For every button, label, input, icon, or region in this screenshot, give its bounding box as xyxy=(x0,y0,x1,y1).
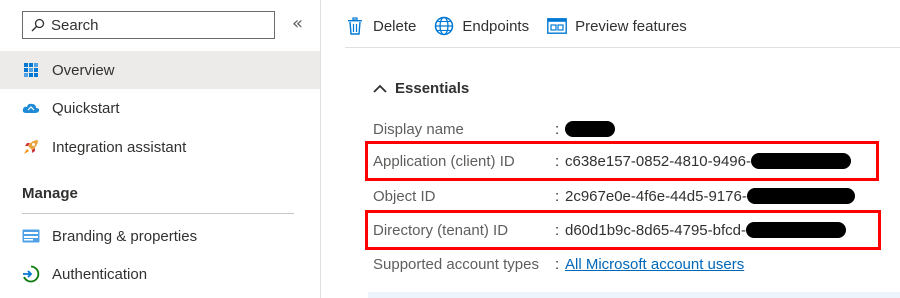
rocket-icon xyxy=(22,138,40,156)
preview-features-icon xyxy=(547,16,567,36)
redaction-mark xyxy=(746,188,855,204)
sidebar-item-label: Branding & properties xyxy=(52,227,198,245)
preview-features-label: Preview features xyxy=(575,17,687,35)
bottom-panel-strip xyxy=(368,292,900,298)
object-id-row: Object ID : 2c967e0e-4f6e-44d5-9176- xyxy=(373,186,855,206)
branding-icon xyxy=(22,227,40,245)
authentication-icon xyxy=(22,265,40,283)
highlight-box-tenant-id xyxy=(365,210,881,250)
sidebar-item-branding[interactable]: Branding & properties xyxy=(0,217,320,255)
delete-label: Delete xyxy=(373,17,417,35)
sidebar-item-quickstart[interactable]: Quickstart xyxy=(0,89,320,127)
overview-grid-icon xyxy=(22,61,40,79)
object-id-label: Object ID xyxy=(373,187,436,205)
toolbar-divider xyxy=(345,47,900,48)
sidebar-border xyxy=(320,0,321,298)
sidebar-item-label: Quickstart xyxy=(52,99,120,117)
essentials-title: Essentials xyxy=(395,80,470,97)
sidebar-item-overview[interactable]: Overview xyxy=(0,51,320,89)
command-bar: Delete Endpoints Preview features xyxy=(345,0,900,52)
endpoints-label: Endpoints xyxy=(462,17,530,35)
display-name-row: Display name : xyxy=(373,119,615,139)
colon: : xyxy=(555,255,560,273)
colon: : xyxy=(555,187,560,205)
sidebar: « Overview Quickstart xyxy=(0,0,320,298)
section-divider xyxy=(22,213,294,214)
search-icon xyxy=(31,18,45,32)
endpoints-button[interactable]: Endpoints xyxy=(434,16,529,36)
chevron-up-icon xyxy=(373,84,387,93)
search-input[interactable] xyxy=(49,15,253,35)
highlight-box-application-id xyxy=(365,141,879,181)
delete-button[interactable]: Delete xyxy=(345,16,416,36)
account-types-label: Supported account types xyxy=(373,255,539,273)
redaction-mark xyxy=(565,121,615,137)
trash-icon xyxy=(345,16,365,36)
section-title-manage: Manage xyxy=(22,185,78,202)
sidebar-item-label: Authentication xyxy=(52,265,148,283)
sidebar-item-integration-assistant[interactable]: Integration assistant xyxy=(0,128,320,166)
object-id-value[interactable]: 2c967e0e-4f6e-44d5-9176- xyxy=(565,188,747,205)
display-name-label: Display name xyxy=(373,120,464,138)
collapse-sidebar-button[interactable]: « xyxy=(292,13,303,34)
essentials-toggle[interactable]: Essentials xyxy=(373,80,469,97)
account-types-row: Supported account types : All Microsoft … xyxy=(373,254,744,274)
preview-features-button[interactable]: Preview features xyxy=(547,16,687,36)
globe-icon xyxy=(434,16,454,36)
sidebar-item-label: Overview xyxy=(52,61,115,79)
sidebar-item-authentication[interactable]: Authentication xyxy=(0,255,320,293)
colon: : xyxy=(555,120,560,138)
search-box[interactable] xyxy=(22,11,275,39)
account-types-link[interactable]: All Microsoft account users xyxy=(565,256,744,273)
cloud-icon xyxy=(22,99,40,117)
sidebar-item-label: Integration assistant xyxy=(52,138,187,156)
